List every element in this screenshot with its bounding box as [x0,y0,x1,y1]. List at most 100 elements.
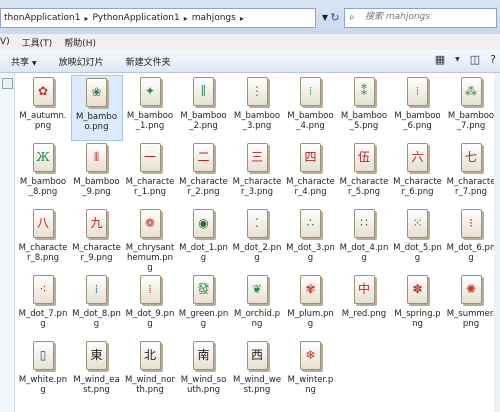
file-item[interactable]: ❄ M_winter.png [285,339,337,405]
file-name: M_red.png [341,309,387,319]
file-item[interactable]: 東 M_wind_east.png [71,339,123,405]
file-item[interactable]: 一 M_character_1.png [124,141,176,207]
file-name: M_dot_9.png [125,309,175,329]
file-item[interactable]: ❁ M_chrysanthemum.png [124,207,176,273]
mahjong-tile-icon: ✺ [460,275,482,304]
file-item[interactable]: ∥ M_bamboo_2.png [178,75,230,141]
menu-tools[interactable]: 工具(T) [16,36,59,49]
refresh-icon[interactable]: ↻ [328,10,342,26]
breadcrumb-item[interactable]: thonApplication1 [1,13,83,23]
view-options-icon[interactable]: ▦ [435,53,445,66]
file-name: M_white.png [18,375,68,395]
file-item[interactable]: Ж M_bamboo_8.png [17,141,69,207]
file-item[interactable]: ⁙ M_dot_5.png [392,207,444,273]
file-name: M_summer.png [446,309,496,329]
file-item[interactable]: ✦ M_bamboo_1.png [124,75,176,141]
mahjong-tile-icon: 七 [460,143,482,172]
file-item[interactable]: ❦ M_orchid.png [231,273,283,339]
breadcrumb-separator-icon[interactable]: ▸ [239,14,245,23]
file-item[interactable]: ◉ M_dot_1.png [178,207,230,273]
file-name: M_bamboo_6.png [394,111,441,131]
share-button[interactable]: 共享 ▼ [0,55,48,68]
mahjong-tile-icon: 北 [139,341,161,370]
file-item[interactable]: ✾ M_plum.png [285,273,337,339]
file-name: M_character_6.png [393,177,442,197]
file-name: M_green.png [178,309,229,329]
file-item[interactable]: 北 M_wind_north.png [124,339,176,405]
chevron-down-icon[interactable]: ▼ [455,56,460,63]
file-item[interactable]: 二 M_character_2.png [178,141,230,207]
address-bar[interactable]: thonApplication1 ▸ PythonApplication1 ▸ … [0,8,316,28]
file-item[interactable]: 三 M_character_3.png [231,141,283,207]
mahjong-tile-icon: ✽ [407,275,428,304]
file-item[interactable]: 中 M_red.png [338,273,390,339]
vertical-scrollbar[interactable] [494,73,500,412]
file-item[interactable]: ✺ M_summer.png [445,273,497,339]
file-name: M_bamboo_4.png [287,111,334,131]
mahjong-tile-icon: ∴ [300,209,321,238]
file-name: M_dot_6.png [446,243,496,263]
file-name: M_dot_2.png [232,243,282,263]
mahjong-tile-icon: 九 [86,209,107,238]
file-item[interactable]: 七 M_character_7.png [445,141,497,207]
mahjong-tile-icon: ⁂ [460,77,482,106]
help-icon[interactable]: ? [490,53,496,66]
file-item[interactable]: ⁚ M_dot_2.png [231,207,283,273]
file-name: M_character_2.png [179,177,228,197]
file-name: M_wind_east.png [73,375,120,395]
file-item[interactable]: ⁞ M_bamboo_6.png [392,75,444,141]
preview-pane-icon[interactable]: ◫ [470,53,480,66]
file-item[interactable]: ⁝ M_dot_6.png [445,207,497,273]
mahjong-tile-icon: ✿ [32,77,54,106]
menu-help[interactable]: 帮助(H) [58,36,102,49]
mahjong-tile-icon: ⁞ [139,275,161,304]
file-item[interactable]: ⋮ M_bamboo_3.png [231,75,283,141]
new-folder-button[interactable]: 新建文件夹 [115,55,182,68]
mahjong-tile-icon: 一 [139,143,161,172]
file-item[interactable]: ∴ M_dot_3.png [285,207,337,273]
file-name: M_wind_north.png [125,375,176,395]
breadcrumb-item[interactable]: PythonApplication1 [89,13,182,23]
file-item[interactable]: ⁞ M_bamboo_4.png [285,75,337,141]
file-item[interactable]: ✿ M_autumn.png [17,75,69,141]
file-name: M_character_7.png [446,177,496,197]
slideshow-button[interactable]: 放映幻灯片 [48,55,115,68]
file-name: M_dot_8.png [72,309,121,329]
file-item[interactable]: ⁞ M_dot_8.png [71,273,123,339]
file-item[interactable]: ❀ M_bamboo.png [70,75,123,141]
file-item[interactable]: 南 M_wind_south.png [178,339,230,405]
file-item[interactable]: 九 M_character_9.png [71,207,123,273]
mahjong-tile-icon: Ж [32,143,54,172]
file-item[interactable]: 伍 M_character_5.png [338,141,390,207]
mahjong-tile-icon: ⁖ [32,275,54,304]
file-item[interactable]: ⁖ M_dot_7.png [17,273,69,339]
mahjong-tile-icon: ❀ [86,78,107,107]
file-item[interactable]: 四 M_character_4.png [285,141,337,207]
file-name: M_orchid.png [233,309,280,329]
navigation-pane[interactable] [0,73,15,412]
search-input[interactable] [363,11,492,23]
chevron-down-icon: ▼ [32,59,37,67]
menu-bar: V) 工具(T) 帮助(H) [0,34,500,50]
file-item[interactable]: ⁂ M_bamboo_7.png [445,75,497,141]
file-item[interactable]: 西 M_wind_west.png [231,339,283,405]
search-box[interactable]: ⌕ [344,8,497,28]
file-name: M_wind_south.png [180,375,227,395]
mahjong-tile-icon: ⋮ [246,77,268,106]
file-name: M_dot_3.png [286,243,335,263]
mahjong-tile-icon: 東 [86,341,107,370]
file-item[interactable]: ⦀ M_bamboo_9.png [71,141,123,207]
file-item[interactable]: ⁑ M_bamboo_5.png [338,75,390,141]
file-item[interactable]: 發 M_green.png [178,273,230,339]
file-item[interactable]: ⁞ M_dot_9.png [124,273,176,339]
file-name: M_bamboo.png [75,112,118,132]
file-item[interactable]: ▯ M_white.png [17,339,69,405]
breadcrumb-item[interactable]: mahjongs [189,13,239,23]
file-item[interactable]: 六 M_character_6.png [392,141,444,207]
file-item[interactable]: ✽ M_spring.png [392,273,444,339]
menu-view[interactable]: V) [0,37,16,47]
nav-folder-icon[interactable] [2,78,13,89]
file-item[interactable]: ∷ M_dot_4.png [338,207,390,273]
toolbar-right: ▦ ▼ ◫ ? [435,53,496,66]
file-item[interactable]: 八 M_character_8.png [17,207,69,273]
